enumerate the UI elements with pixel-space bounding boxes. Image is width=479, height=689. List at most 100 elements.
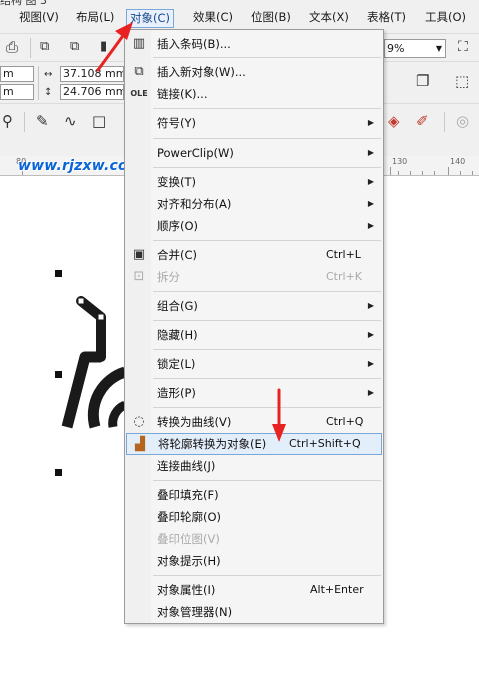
- selection-handle[interactable]: [55, 270, 62, 277]
- pen-tool-icon[interactable]: ✎: [36, 112, 49, 130]
- menu-item-object-manager[interactable]: 对象管理器(N): [126, 601, 382, 623]
- submenu-arrow-icon: ▶: [367, 330, 374, 339]
- menu-layout[interactable]: 布局(L): [73, 9, 117, 28]
- menu-item-label: 转换为曲线(V): [157, 415, 232, 429]
- menu-item-label: 顺序(O): [157, 219, 199, 233]
- menu-item-order[interactable]: 顺序(O) ▶: [126, 215, 382, 237]
- submenu-arrow-icon: ▶: [367, 118, 374, 127]
- submenu-arrow-icon: ▶: [367, 359, 374, 368]
- object-size-x-field[interactable]: 37.108 mm: [60, 66, 124, 82]
- rectangle-tool-icon[interactable]: □: [92, 112, 106, 130]
- submenu-arrow-icon: ▶: [367, 177, 374, 186]
- insert-object-icon: ⧉: [134, 64, 144, 79]
- submenu-arrow-icon: ▶: [367, 199, 374, 208]
- menu-item-group[interactable]: 组合(G) ▶: [126, 295, 382, 317]
- object-size-y-field[interactable]: 24.706 mm: [60, 84, 124, 100]
- menu-tools[interactable]: 工具(O): [422, 9, 469, 28]
- menu-separator: [153, 167, 381, 168]
- menu-view[interactable]: 视图(V): [16, 9, 62, 28]
- menu-item-transform[interactable]: 变换(T) ▶: [126, 171, 382, 193]
- combine-toolbar-icon[interactable]: ❐: [416, 72, 429, 90]
- chevron-down-icon: ▼: [435, 44, 442, 53]
- menu-item-label: 组合(G): [157, 299, 198, 313]
- menu-item-label: PowerClip(W): [157, 146, 234, 160]
- menu-item-powerclip[interactable]: PowerClip(W) ▶: [126, 142, 382, 164]
- eyedropper-icon[interactable]: ✐: [416, 112, 429, 130]
- menu-item-shortcut: Ctrl+K: [326, 270, 363, 283]
- menu-item-overprint-outline[interactable]: 叠印轮廓(O): [126, 506, 382, 528]
- print-icon[interactable]: ⎙: [6, 38, 18, 56]
- menu-separator: [153, 291, 381, 292]
- submenu-arrow-icon: ▶: [367, 148, 374, 157]
- menu-separator: [153, 407, 381, 408]
- object-width-field[interactable]: m: [0, 66, 34, 82]
- menu-item-hide[interactable]: 隐藏(H) ▶: [126, 324, 382, 346]
- menu-separator: [153, 108, 381, 109]
- paste-icon[interactable]: ▮: [100, 38, 107, 56]
- ruler-label: 130: [392, 157, 408, 166]
- menu-item-break-apart[interactable]: ⊡ 拆分 Ctrl+K: [126, 266, 382, 288]
- menu-item-lock[interactable]: 锁定(L) ▶: [126, 353, 382, 375]
- break-apart-icon: ⊡: [133, 269, 145, 284]
- menu-item-label: 将轮廓转换为对象(E): [158, 437, 267, 451]
- selection-handle[interactable]: [55, 469, 62, 476]
- object-height-field[interactable]: m: [0, 84, 34, 100]
- menu-item-link[interactable]: OLE 链接(K)...: [126, 83, 382, 105]
- ruler-label: 140: [450, 157, 466, 166]
- menu-separator: [153, 480, 381, 481]
- submenu-arrow-icon: ▶: [367, 221, 374, 230]
- menu-item-overprint-fill[interactable]: 叠印填充(F): [126, 484, 382, 506]
- menu-item-object-properties[interactable]: 对象属性(I) Alt+Enter: [126, 579, 382, 601]
- menu-item-label: 对象属性(I): [157, 583, 216, 597]
- barcode-icon: ▥: [132, 36, 146, 51]
- menu-item-label: 锁定(L): [157, 357, 196, 371]
- zoom-tool-icon[interactable]: ⚲: [2, 112, 13, 130]
- object-width-value: m: [3, 67, 14, 80]
- menu-separator: [153, 349, 381, 350]
- menu-item-convert-to-curves[interactable]: ◌ 转换为曲线(V) Ctrl+Q: [126, 411, 382, 433]
- menu-bitmaps[interactable]: 位图(B): [248, 9, 294, 28]
- transparency-tool-icon[interactable]: ◎: [456, 112, 469, 130]
- menu-item-label: 叠印位图(V): [157, 532, 220, 546]
- menu-item-convert-outline-to-object[interactable]: ▟ 将轮廓转换为对象(E) Ctrl+Shift+Q: [126, 433, 382, 455]
- menu-item-label: 对象管理器(N): [157, 605, 233, 619]
- width-arrows-icon: ↔: [44, 69, 53, 80]
- menu-item-label: 对齐和分布(A): [157, 197, 232, 211]
- menu-item-label: 链接(K)...: [157, 87, 208, 101]
- ole-icon: OLE: [130, 89, 148, 98]
- outline-to-object-icon: ▟: [135, 437, 145, 452]
- zoom-level-field[interactable]: 9% ▼: [384, 39, 446, 58]
- menu-item-label: 造形(P): [157, 386, 196, 400]
- copy-icon[interactable]: ⧉: [70, 38, 79, 56]
- menu-item-overprint-bitmap[interactable]: 叠印位图(V): [126, 528, 382, 550]
- menu-item-combine[interactable]: ▣ 合并(C) Ctrl+L: [126, 244, 382, 266]
- menu-separator: [153, 575, 381, 576]
- menu-item-shaping[interactable]: 造形(P) ▶: [126, 382, 382, 404]
- menu-item-align-distribute[interactable]: 对齐和分布(A) ▶: [126, 193, 382, 215]
- menu-item-join-curves[interactable]: 连接曲线(J): [126, 455, 382, 477]
- menu-separator: [153, 320, 381, 321]
- menu-separator: [153, 240, 381, 241]
- menu-table[interactable]: 表格(T): [364, 9, 409, 28]
- menu-effects[interactable]: 效果(C): [190, 9, 236, 28]
- shape-toolbar-icon[interactable]: ⬚: [455, 72, 469, 90]
- toolbar-divider: [24, 112, 25, 132]
- menu-item-label: 合并(C): [157, 248, 198, 262]
- full-screen-icon[interactable]: ⛶: [458, 38, 468, 56]
- freehand-tool-icon[interactable]: ∿: [64, 112, 77, 130]
- menu-item-label: 拆分: [157, 270, 180, 284]
- menu-item-symbol[interactable]: 符号(Y) ▶: [126, 112, 382, 134]
- menu-item-label: 变换(T): [157, 175, 196, 189]
- cut-icon[interactable]: ⧉: [40, 38, 49, 56]
- menu-text[interactable]: 文本(X): [306, 9, 352, 28]
- fill-bucket-icon[interactable]: ◈: [388, 112, 400, 130]
- combine-icon: ▣: [132, 247, 146, 262]
- menu-item-label: 叠印轮廓(O): [157, 510, 222, 524]
- menu-item-object-hints[interactable]: 对象提示(H): [126, 550, 382, 572]
- menu-item-insert-new-object[interactable]: ⧉ 插入新对象(W)...: [126, 61, 382, 83]
- drawn-shape[interactable]: [55, 287, 127, 457]
- menu-item-shortcut: Alt+Enter: [310, 583, 364, 596]
- menu-item-insert-barcode[interactable]: ▥ 插入条码(B)...: [126, 33, 382, 55]
- menu-item-label: 符号(Y): [157, 116, 196, 130]
- menu-object[interactable]: 对象(C): [126, 9, 175, 28]
